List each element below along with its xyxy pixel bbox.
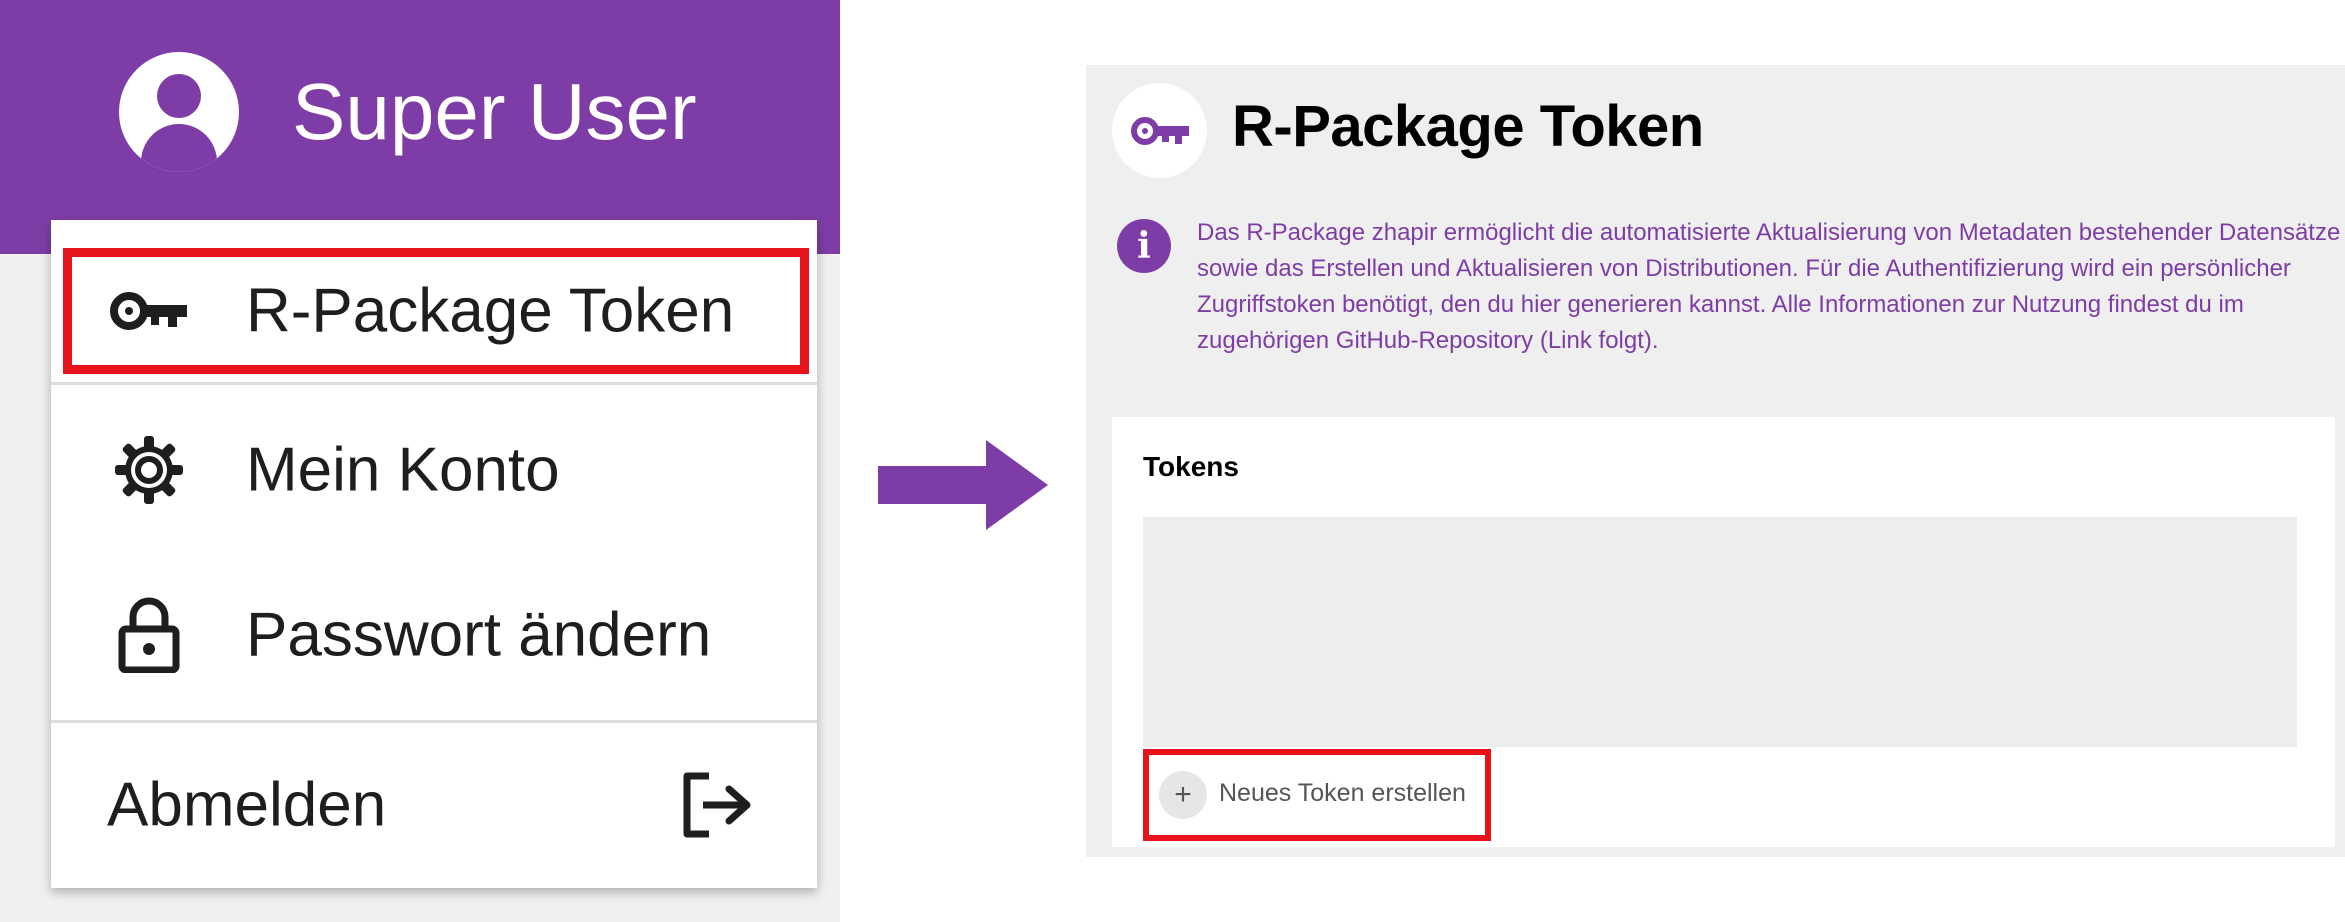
user-dropdown-menu: R-Package Token Mein Konto Passwort ände… — [51, 220, 817, 888]
key-icon — [107, 269, 191, 353]
menu-item-passwort-aendern[interactable]: Passwort ändern — [51, 555, 817, 715]
menu-item-label: R-Package Token — [246, 276, 735, 346]
tokens-card: Tokens + Neues Token erstellen — [1112, 417, 2335, 847]
new-token-button[interactable]: + Neues Token erstellen — [1143, 749, 1491, 841]
logout-label: Abmelden — [107, 770, 387, 840]
lock-icon — [107, 593, 191, 677]
tokens-list — [1143, 517, 2297, 747]
user-header[interactable]: Super User — [0, 0, 840, 254]
user-menu-panel: Super User R-Package Token Mein Konto Pa… — [0, 0, 840, 922]
arrow-right-icon — [878, 440, 1048, 530]
gear-icon — [107, 428, 191, 512]
info-icon: i — [1117, 219, 1171, 273]
menu-item-mein-konto[interactable]: Mein Konto — [51, 390, 817, 550]
menu-divider — [51, 382, 817, 385]
new-token-label: Neues Token erstellen — [1219, 779, 1466, 807]
page-title: R-Package Token — [1232, 94, 1704, 159]
logout-icon — [675, 763, 759, 847]
logout-button[interactable]: Abmelden — [51, 725, 817, 885]
menu-divider — [51, 720, 817, 723]
info-text: Das R-Package zhapir ermöglicht die auto… — [1197, 219, 2341, 354]
avatar-icon — [119, 52, 239, 172]
user-name: Super User — [292, 67, 697, 156]
key-icon — [1112, 83, 1207, 178]
token-page: R-Package Token i Das R-Package zhapir e… — [1086, 65, 2345, 857]
menu-item-r-package-token[interactable]: R-Package Token — [51, 246, 817, 376]
tokens-heading: Tokens — [1143, 451, 1239, 482]
menu-item-label: Mein Konto — [246, 435, 560, 505]
plus-icon: + — [1159, 771, 1207, 819]
menu-item-label: Passwort ändern — [246, 600, 712, 670]
